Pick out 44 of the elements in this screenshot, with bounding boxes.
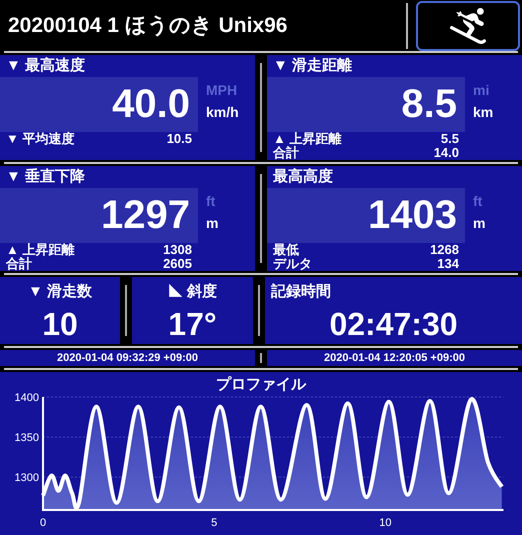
row-value: 10.5 [166, 132, 192, 146]
value-bar: 40.0 [0, 77, 198, 132]
row-value: 14.0 [434, 146, 459, 160]
row-value: 5.5 [440, 132, 459, 146]
chart-title: プロファイル [215, 375, 308, 395]
end-time: 2020-01-04 12:20:05 +09:00 [324, 350, 465, 366]
start-time: 2020-01-04 09:32:29 +09:00 [57, 350, 198, 366]
skier-icon [450, 8, 486, 44]
stat-value: 17° [168, 304, 217, 344]
y-tick-label: 1400 [14, 392, 39, 404]
stat-label: 記録時間 [270, 282, 332, 302]
panel-label: ▼ 最高速度 [5, 56, 86, 76]
row-label: 最低 [273, 243, 299, 258]
x-tick-label: 0 [40, 517, 46, 529]
x-tick-label: 10 [379, 517, 392, 529]
row-label: 合計 [6, 257, 32, 272]
row-label: ▲ 上昇距離 [6, 243, 74, 258]
row-value: 2605 [163, 257, 192, 272]
row-label: ▼ 平均速度 [6, 132, 74, 146]
x-tick-label: 5 [211, 517, 218, 529]
row-label: 合計 [273, 146, 299, 160]
row-value: 134 [437, 257, 459, 272]
panel-label: ▼ 滑走距離 [272, 56, 354, 76]
unit-label[interactable]: km/h [206, 103, 239, 122]
stat-label: ▼ 滑走数 [28, 282, 92, 302]
unit-label[interactable]: m [473, 214, 486, 232]
row-value: 1308 [163, 243, 192, 258]
header-title: 20200104 1 ほうのき Unix96 [8, 12, 288, 39]
y-tick-label: 1300 [14, 472, 39, 484]
stat-value: 02:47:30 [328, 304, 459, 344]
ski-mode-button[interactable] [416, 0, 520, 51]
unit-label[interactable]: m [206, 214, 218, 232]
panel-label: ▼ 垂直下降 [5, 167, 86, 188]
unit-label[interactable]: km [473, 103, 494, 122]
value-bar: 1403 [267, 188, 465, 244]
value-bar: 1297 [0, 188, 198, 244]
row-label: ▲ 上昇距離 [273, 132, 342, 146]
value-bar: 8.5 [267, 77, 465, 132]
stat-value: 10 [42, 304, 78, 344]
stat-label: ◣ 斜度 [168, 282, 218, 302]
panel-label: 最高高度 [272, 167, 334, 188]
y-tick-label: 1350 [14, 432, 39, 444]
row-label: デルタ [273, 257, 312, 272]
row-value: 1268 [430, 243, 459, 258]
